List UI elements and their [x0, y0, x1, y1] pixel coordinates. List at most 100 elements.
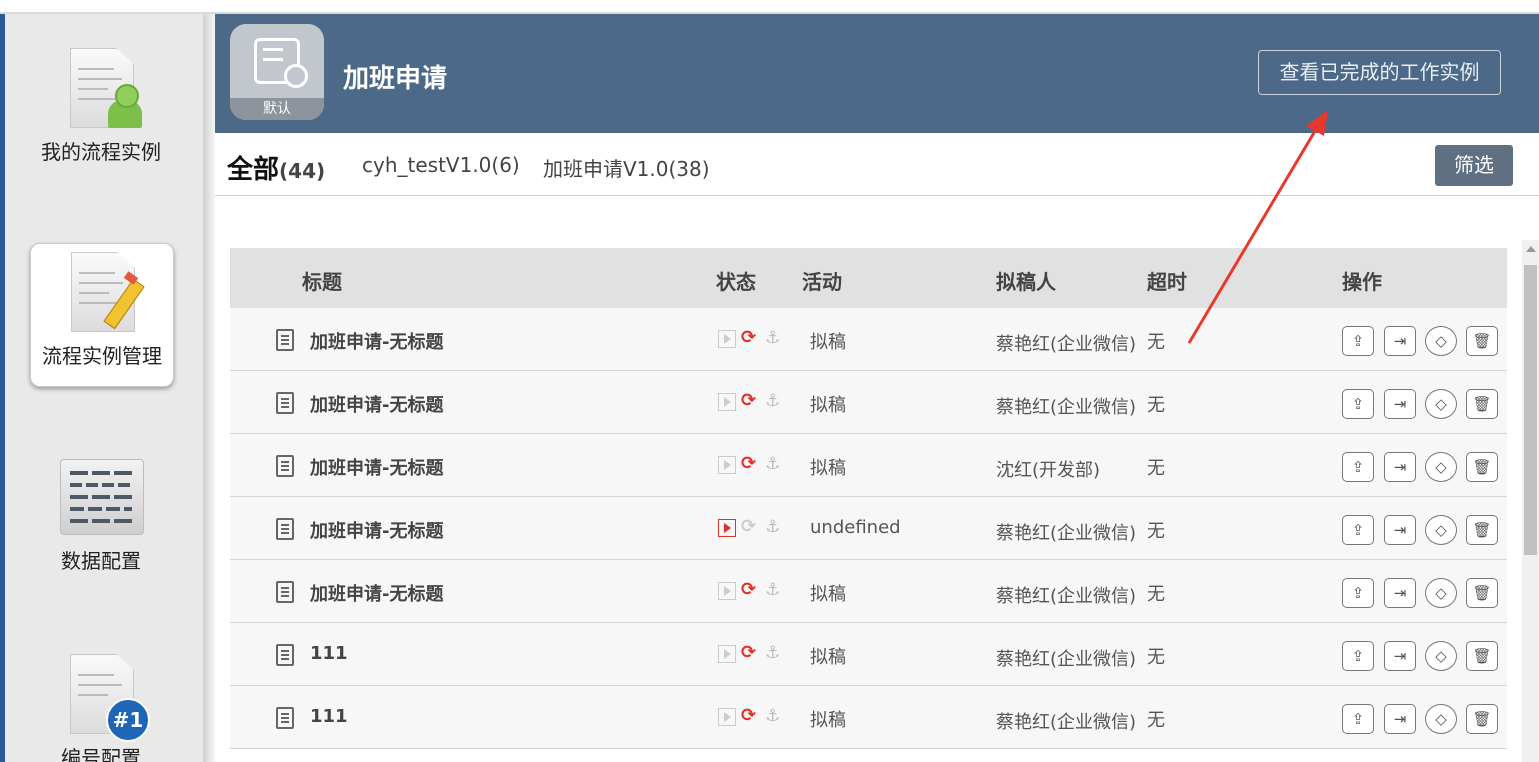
scroll-up-arrow-icon[interactable] [1526, 246, 1536, 252]
row-drafter: 蔡艳红(企业微信) [996, 586, 1137, 607]
tab-all-count: (44) [279, 159, 326, 183]
row-title[interactable]: 加班申请-无标题 [310, 328, 443, 354]
row-drafter: 沈红(开发部) [996, 460, 1101, 481]
row-drafter: 蔡艳红(企业微信) [996, 334, 1137, 355]
table-row[interactable]: 加班申请-无标题 ⟳ ⚓ 拟稿 蔡艳红(企业微信) 无 ⇪ ⇥ ◇ 🗑 [230, 371, 1507, 434]
table-row[interactable]: 111 ⟳ ⚓ 拟稿 蔡艳红(企业微信) 无 ⇪ ⇥ ◇ 🗑 [230, 686, 1507, 749]
sync-status-icon[interactable]: ⟳ [741, 329, 757, 347]
table-row[interactable]: 加班申请-无标题 ⟳ ⚓ undefined 蔡艳红(企业微信) 无 ⇪ ⇥ ◇ 🗑 [230, 497, 1507, 560]
sidebar-item-label: 编号配置 [61, 746, 141, 762]
exit-icon[interactable]: ⇥ [1384, 704, 1416, 734]
exit-icon[interactable]: ⇥ [1384, 641, 1416, 671]
export-icon[interactable]: ⇪ [1342, 641, 1374, 671]
sidebar-item-data-config[interactable]: 数据配置 [30, 453, 172, 593]
anchor-icon[interactable]: ⚓ [765, 393, 781, 410]
scrollbar-thumb[interactable] [1524, 265, 1537, 555]
anchor-icon[interactable]: ⚓ [765, 330, 781, 347]
play-status-icon[interactable] [718, 708, 736, 726]
exit-icon[interactable]: ⇥ [1384, 578, 1416, 608]
tab-all[interactable]: 全部(44) [227, 149, 325, 186]
anchor-icon[interactable]: ⚓ [765, 582, 781, 599]
sync-status-icon[interactable]: ⟳ [741, 707, 757, 725]
trash-icon[interactable]: 🗑 [1466, 326, 1498, 356]
tab-cyh-test[interactable]: cyh_testV1.0(6) [362, 153, 520, 177]
exit-icon[interactable]: ⇥ [1384, 389, 1416, 419]
play-status-icon[interactable] [718, 582, 736, 600]
row-title[interactable]: 加班申请-无标题 [310, 517, 443, 543]
route-icon[interactable]: ◇ [1425, 641, 1457, 671]
anchor-icon[interactable]: ⚓ [765, 519, 781, 536]
tab-overtime[interactable]: 加班申请V1.0(38) [543, 153, 710, 182]
route-icon[interactable]: ◇ [1425, 452, 1457, 482]
sidebar-divider [203, 14, 215, 762]
row-title[interactable]: 加班申请-无标题 [310, 391, 443, 417]
app-icon-caption: 默认 [230, 98, 324, 120]
sidebar-item-process-manage[interactable]: 流程实例管理 [30, 243, 174, 387]
route-icon[interactable]: ◇ [1425, 515, 1457, 545]
document-icon [276, 581, 294, 603]
table-row[interactable]: 加班申请-无标题 ⟳ ⚓ 拟稿 蔡艳红(企业微信) 无 ⇪ ⇥ ◇ 🗑 [230, 560, 1507, 623]
sync-status-icon[interactable]: ⟳ [741, 518, 757, 536]
col-activity[interactable]: 活动 [802, 266, 842, 295]
sidebar-item-my-process[interactable]: 我的流程实例 [30, 44, 172, 184]
trash-icon[interactable]: 🗑 [1466, 515, 1498, 545]
table-row[interactable]: 111 ⟳ ⚓ 拟稿 蔡艳红(企业微信) 无 ⇪ ⇥ ◇ 🗑 [230, 623, 1507, 686]
col-timeout[interactable]: 超时 [1147, 266, 1187, 295]
trash-icon[interactable]: 🗑 [1466, 578, 1498, 608]
row-timeout: 无 [1147, 710, 1165, 731]
document-icon [276, 455, 294, 477]
col-drafter[interactable]: 拟稿人 [996, 266, 1056, 295]
anchor-icon[interactable]: ⚓ [765, 708, 781, 725]
sidebar-item-label: 我的流程实例 [41, 140, 161, 164]
route-icon[interactable]: ◇ [1425, 326, 1457, 356]
play-status-icon[interactable] [718, 393, 736, 411]
play-status-icon[interactable] [718, 330, 736, 348]
sync-status-icon[interactable]: ⟳ [741, 644, 757, 662]
play-status-icon[interactable] [718, 645, 736, 663]
export-icon[interactable]: ⇪ [1342, 326, 1374, 356]
filter-button[interactable]: 筛选 [1435, 145, 1513, 186]
col-status[interactable]: 状态 [716, 266, 756, 295]
col-title[interactable]: 标题 [302, 266, 342, 295]
export-icon[interactable]: ⇪ [1342, 452, 1374, 482]
table-row[interactable]: 加班申请-无标题 ⟳ ⚓ 拟稿 蔡艳红(企业微信) 无 ⇪ ⇥ ◇ 🗑 [230, 308, 1507, 371]
view-completed-button[interactable]: 查看已完成的工作实例 [1258, 50, 1501, 95]
row-title[interactable]: 加班申请-无标题 [310, 454, 443, 480]
sync-status-icon[interactable]: ⟳ [741, 455, 757, 473]
route-icon[interactable]: ◇ [1425, 704, 1457, 734]
process-table: 标题 状态 活动 拟稿人 超时 操作 加班申请-无标题 ⟳ ⚓ 拟稿 蔡艳红(企业微信)… [230, 248, 1507, 749]
anchor-icon[interactable]: ⚓ [765, 456, 781, 473]
trash-icon[interactable]: 🗑 [1466, 641, 1498, 671]
sidebar-item-label: 数据配置 [61, 549, 141, 573]
trash-icon[interactable]: 🗑 [1466, 452, 1498, 482]
trash-icon[interactable]: 🗑 [1466, 389, 1498, 419]
export-icon[interactable]: ⇪ [1342, 704, 1374, 734]
play-status-icon[interactable] [718, 519, 736, 537]
anchor-icon[interactable]: ⚓ [765, 645, 781, 662]
export-icon[interactable]: ⇪ [1342, 515, 1374, 545]
row-title[interactable]: 111 [310, 706, 348, 727]
route-icon[interactable]: ◇ [1425, 389, 1457, 419]
export-icon[interactable]: ⇪ [1342, 389, 1374, 419]
sync-status-icon[interactable]: ⟳ [741, 581, 757, 599]
document-icon [276, 392, 294, 414]
vertical-scrollbar[interactable] [1522, 240, 1539, 762]
exit-icon[interactable]: ⇥ [1384, 452, 1416, 482]
sync-status-icon[interactable]: ⟳ [741, 392, 757, 410]
trash-icon[interactable]: 🗑 [1466, 704, 1498, 734]
sidebar-item-number-config[interactable]: #1 编号配置 [30, 650, 172, 762]
route-icon[interactable]: ◇ [1425, 578, 1457, 608]
document-icon [276, 518, 294, 540]
row-title[interactable]: 加班申请-无标题 [310, 580, 443, 606]
exit-icon[interactable]: ⇥ [1384, 326, 1416, 356]
row-title[interactable]: 111 [310, 643, 348, 664]
export-icon[interactable]: ⇪ [1342, 578, 1374, 608]
row-activity: undefined [810, 517, 901, 538]
exit-icon[interactable]: ⇥ [1384, 515, 1416, 545]
table-row[interactable]: 加班申请-无标题 ⟳ ⚓ 拟稿 沈红(开发部) 无 ⇪ ⇥ ◇ 🗑 [230, 434, 1507, 497]
document-icon [276, 707, 294, 729]
row-drafter: 蔡艳红(企业微信) [996, 523, 1137, 544]
play-status-icon[interactable] [718, 456, 736, 474]
row-activity: 拟稿 [810, 332, 846, 353]
filter-tabs: 全部(44) cyh_testV1.0(6) 加班申请V1.0(38) 筛选 [215, 133, 1539, 196]
